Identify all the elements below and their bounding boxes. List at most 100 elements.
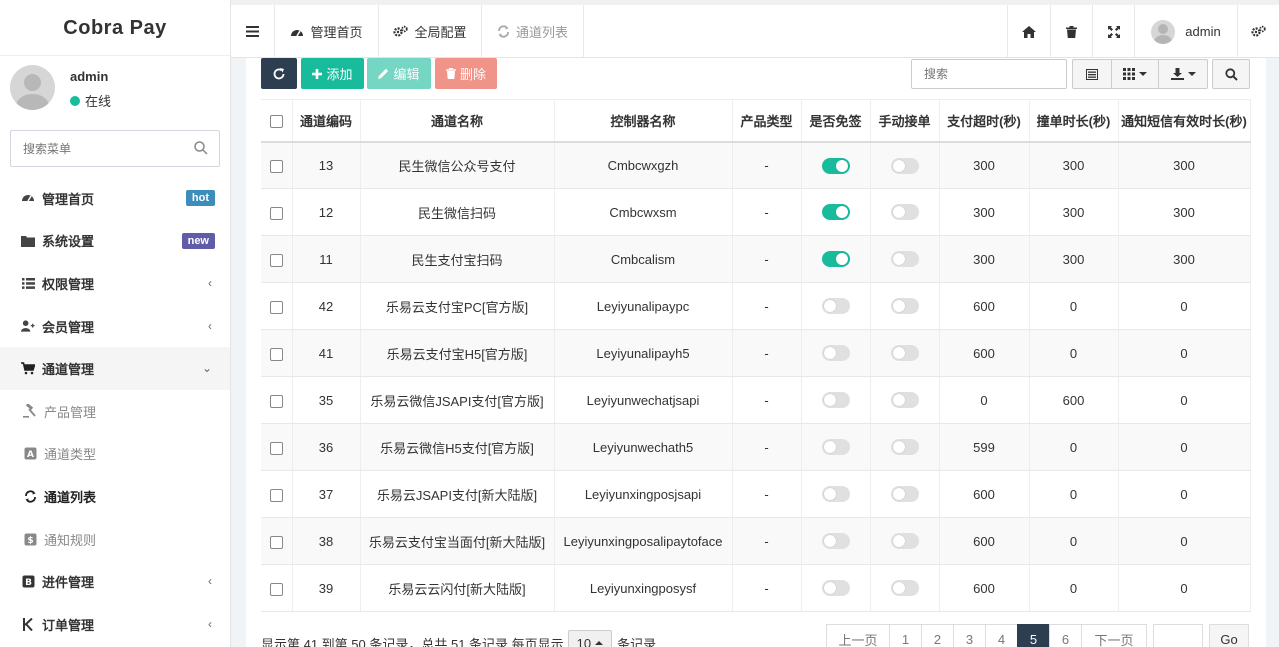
add-button[interactable]: 添加	[301, 58, 364, 89]
home-button[interactable]	[1007, 5, 1050, 58]
chevron-down-icon: ⌄	[201, 361, 212, 376]
manual-accept-toggle[interactable]	[890, 486, 919, 503]
sidebar-item-notify-rule[interactable]: $ 通知规则	[0, 518, 230, 561]
sidebar-item-plugin[interactable]: B 进件管理 ‹	[0, 560, 230, 603]
manual-accept-toggle[interactable]	[890, 298, 919, 315]
free-sign-toggle[interactable]	[821, 157, 850, 174]
free-sign-toggle[interactable]	[821, 251, 850, 268]
sidebar-item-dashboard[interactable]: 管理首页 hot	[0, 177, 230, 220]
page-button[interactable]: 6	[1049, 624, 1082, 647]
page-button-active[interactable]: 5	[1017, 624, 1050, 647]
sidebar-item-channel[interactable]: 通道管理 ⌄	[0, 347, 230, 390]
column-header[interactable]: 通道名称	[360, 99, 555, 143]
column-header[interactable]: 支付超时(秒)	[939, 99, 1030, 143]
manual-accept-toggle[interactable]	[890, 392, 919, 409]
manual-accept-toggle[interactable]	[890, 439, 919, 456]
column-header[interactable]: 撞单时长(秒)	[1029, 99, 1119, 143]
row-checkbox[interactable]	[269, 206, 283, 220]
table-row[interactable]: 41 乐易云支付宝H5[官方版] Leyiyunalipayh5-600 0 0	[261, 329, 1251, 377]
menu-search-input[interactable]	[11, 131, 191, 166]
prev-page-button[interactable]: 上一页	[826, 624, 890, 647]
manual-accept-toggle[interactable]	[890, 345, 919, 362]
refresh-button[interactable]	[261, 58, 297, 89]
fullscreen-button[interactable]	[1092, 5, 1134, 58]
table-row[interactable]: 13 民生微信公众号支付 Cmbcwxgzh -300 300 300	[261, 141, 1251, 189]
sidebar-item-channel-list[interactable]: 通道列表	[0, 475, 230, 518]
free-sign-toggle[interactable]	[821, 533, 850, 550]
table-row[interactable]: 42 乐易云支付宝PC[官方版] Leyiyunalipaypc -600 0 0	[261, 282, 1251, 330]
user-plus-icon	[21, 319, 35, 333]
sidebar-item-channel-type[interactable]: A 通道类型	[0, 433, 230, 476]
free-sign-toggle[interactable]	[821, 486, 850, 503]
column-header[interactable]: 手动接单	[870, 99, 940, 143]
manual-accept-toggle[interactable]	[890, 580, 919, 597]
advanced-search-button[interactable]	[1212, 59, 1250, 89]
next-page-button[interactable]: 下一页	[1081, 624, 1147, 647]
free-sign-toggle[interactable]	[821, 392, 850, 409]
manual-accept-toggle[interactable]	[890, 251, 919, 268]
tab-channel-list[interactable]: 通道列表	[482, 5, 584, 58]
cell-controller: Leyiyunalipaypc	[554, 282, 733, 330]
free-sign-toggle[interactable]	[821, 204, 850, 221]
goto-button[interactable]: Go	[1209, 624, 1249, 647]
row-checkbox[interactable]	[269, 300, 283, 314]
user-panel: admin 在线	[0, 56, 230, 122]
free-sign-toggle[interactable]	[821, 439, 850, 456]
column-header[interactable]: 通知短信有效时长(秒)	[1118, 99, 1251, 143]
sidebar-item-order[interactable]: 订单管理 ‹	[0, 603, 230, 646]
cell-manual-accept	[870, 423, 940, 471]
column-header[interactable]: 是否免签	[801, 99, 871, 143]
manual-accept-toggle[interactable]	[890, 533, 919, 550]
manual-accept-toggle[interactable]	[890, 157, 919, 174]
page-button[interactable]: 2	[921, 624, 954, 647]
row-checkbox[interactable]	[269, 441, 283, 455]
row-checkbox[interactable]	[269, 394, 283, 408]
columns-button[interactable]	[1111, 59, 1159, 89]
sidebar-toggle-button[interactable]	[231, 5, 275, 58]
page-button[interactable]: 4	[985, 624, 1018, 647]
free-sign-toggle[interactable]	[821, 345, 850, 362]
table-row[interactable]: 36 乐易云微信H5支付[官方版] Leyiyunwechath5-599 0 0	[261, 423, 1251, 471]
select-all-checkbox[interactable]	[269, 114, 283, 128]
edit-button[interactable]: 编辑	[367, 58, 431, 89]
row-checkbox[interactable]	[269, 582, 283, 596]
brand-logo[interactable]: Cobra Pay	[0, 0, 230, 56]
table-row[interactable]: 12 民生微信扫码 Cmbcwxsm -300 300 300	[261, 188, 1251, 236]
row-checkbox[interactable]	[269, 253, 283, 267]
cell-collide: 600	[1029, 376, 1119, 424]
row-checkbox[interactable]	[269, 488, 283, 502]
sidebar-item-auth[interactable]: 权限管理 ‹	[0, 262, 230, 305]
row-checkbox[interactable]	[269, 535, 283, 549]
row-checkbox[interactable]	[269, 159, 283, 173]
row-checkbox[interactable]	[269, 347, 283, 361]
free-sign-toggle[interactable]	[821, 580, 850, 597]
tab-dashboard[interactable]: 管理首页	[275, 5, 379, 58]
page-size-select[interactable]: 10	[567, 630, 613, 647]
manual-accept-toggle[interactable]	[890, 204, 919, 221]
column-header[interactable]: 产品类型	[732, 99, 802, 143]
free-sign-toggle[interactable]	[821, 298, 850, 315]
sidebar-item-member[interactable]: 会员管理 ‹	[0, 305, 230, 348]
table-row[interactable]: 38 乐易云支付宝当面付[新大陆版] Leyiyunxingposalipaytof…	[261, 517, 1251, 565]
clear-cache-button[interactable]	[1050, 5, 1092, 58]
settings-button[interactable]	[1237, 5, 1279, 58]
column-header[interactable]: 通道编码	[292, 99, 361, 143]
goto-page-input[interactable]	[1153, 624, 1203, 647]
column-header[interactable]: 控制器名称	[554, 99, 733, 143]
table-row[interactable]: 37 乐易云JSAPI支付[新大陆版] Leyiyunxingposjsapi - 60…	[261, 470, 1251, 518]
table-row[interactable]: 11 民生支付宝扫码 Cmbcalism -300 300 300	[261, 235, 1251, 283]
table-row[interactable]: 39 乐易云云闪付[新大陆版] Leyiyunxingposysf -600 0 0	[261, 564, 1251, 612]
toggle-view-button[interactable]	[1072, 59, 1112, 89]
search-icon[interactable]	[193, 140, 209, 156]
sidebar-item-system[interactable]: 系统设置 new	[0, 220, 230, 263]
row-select-cell	[261, 329, 293, 377]
delete-button[interactable]: 删除	[435, 58, 497, 89]
sidebar-item-product[interactable]: 产品管理	[0, 390, 230, 433]
page-button[interactable]: 1	[889, 624, 922, 647]
user-menu[interactable]: admin	[1134, 5, 1237, 58]
table-search-input[interactable]	[911, 59, 1067, 89]
page-button[interactable]: 3	[953, 624, 986, 647]
table-row[interactable]: 35 乐易云微信JSAPI支付[官方版] Leyiyunwechatjsapi - 0 6…	[261, 376, 1251, 424]
tab-global-config[interactable]: 全局配置	[379, 5, 482, 58]
export-button[interactable]	[1158, 59, 1208, 89]
